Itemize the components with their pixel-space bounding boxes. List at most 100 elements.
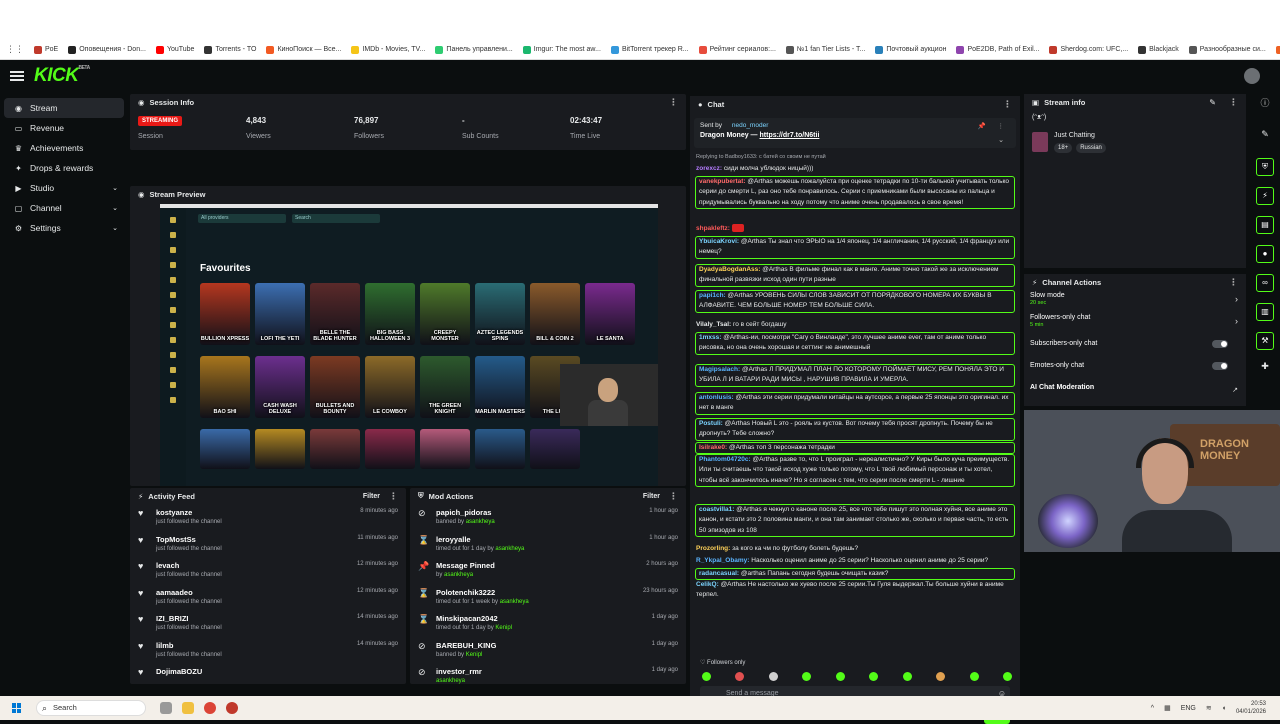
edit-icon[interactable]: ✎ — [1209, 98, 1216, 107]
emote-icon[interactable] — [969, 672, 979, 681]
more-options-icon[interactable]: ⋮ — [669, 491, 678, 502]
chat-username[interactable]: 1mxss: — [699, 334, 721, 341]
emote-icon[interactable] — [768, 672, 778, 681]
bolt-icon[interactable]: ⚡ — [1256, 187, 1274, 205]
task-view-icon[interactable] — [160, 702, 172, 714]
game-tile[interactable]: LE COWBOY — [365, 356, 415, 418]
chat-username[interactable]: coastvilla1: — [699, 506, 734, 513]
feed-username[interactable]: kostyanze — [156, 508, 222, 517]
game-tile[interactable]: CASH WASH DELUXE — [255, 356, 305, 418]
chat-username[interactable]: Isilrake0: — [699, 444, 727, 451]
category-label[interactable]: Just Chatting — [1054, 132, 1095, 139]
feed-username[interactable]: DojimaBOZU — [156, 667, 202, 676]
chevron-down-icon[interactable]: ⌄ — [998, 136, 1004, 144]
filter-button[interactable]: Filter — [363, 493, 380, 500]
chat-username[interactable]: YbuicaKrovi: — [699, 238, 739, 245]
chat-bubble-icon[interactable]: ● — [1256, 245, 1274, 263]
emote-icon[interactable] — [869, 672, 879, 681]
stream-preview-video[interactable]: All providers Search Favourites BULLION … — [160, 204, 658, 486]
chat-username[interactable]: shpakleftz: — [696, 225, 730, 232]
chat-username[interactable]: DyadyaBogdanAss: — [699, 266, 760, 273]
bookmark-item[interactable]: YouTube — [155, 45, 194, 54]
chat-message[interactable]: Isilrake0: @Arthas топ 3 персонажа тетра… — [695, 442, 1015, 455]
language-indicator[interactable]: ENG — [1181, 705, 1196, 712]
game-tile[interactable]: BAO SHI — [200, 356, 250, 418]
chat-message[interactable]: YbuicaKrovi: @Arthas Ты знал что ЭРЫО на… — [695, 236, 1015, 259]
game-tile[interactable] — [365, 429, 415, 469]
sidebar-item-channel[interactable]: ▢ Channel ⌄ — [4, 198, 124, 218]
more-options-icon[interactable]: ⋮ — [1229, 97, 1238, 108]
taskbar-search-input[interactable]: Search — [36, 700, 146, 716]
emote-icon[interactable] — [902, 672, 912, 681]
game-tile[interactable] — [475, 429, 525, 469]
feed-username[interactable]: TopMostSs — [156, 535, 222, 544]
mod-target[interactable]: Polotenchik3222 — [436, 588, 529, 597]
shield-icon[interactable]: ⛨ — [1256, 158, 1274, 176]
more-options-icon[interactable]: ⋮ — [1229, 277, 1238, 288]
game-tile[interactable] — [200, 429, 250, 469]
clip-icon[interactable]: ▤ — [1256, 216, 1274, 234]
bookmark-item[interactable]: PoE — [34, 45, 58, 54]
emote-icon[interactable] — [1002, 672, 1012, 681]
mod-target[interactable]: BAREBUH_KING — [436, 641, 496, 650]
more-options-icon[interactable]: ⋮ — [998, 122, 1005, 130]
bookmark-item[interactable]: Blackjack — [1138, 45, 1179, 54]
windows-start-icon[interactable] — [12, 703, 22, 713]
game-tile[interactable]: BILL & COIN 2 — [530, 283, 580, 345]
chat-message[interactable]: zorexcz: сиди молча ублюдок ницый))) — [696, 164, 1014, 174]
channel-action-emotes-only-chat[interactable]: Emotes-only chat — [1030, 362, 1240, 370]
chat-message[interactable]: 1mxss: @Arthas-ии, посмотри "Сагу о Винл… — [695, 332, 1015, 355]
toggle-switch[interactable] — [1212, 340, 1228, 348]
chat-username[interactable]: Postuli: — [699, 420, 723, 427]
feed-username[interactable]: IZI_BRIZI — [156, 614, 222, 623]
game-tile[interactable]: THE GREEN KNIGHT — [420, 356, 470, 418]
mod-target[interactable]: investor_rmr — [436, 667, 482, 676]
feed-username[interactable]: levach — [156, 561, 222, 570]
sidebar-item-settings[interactable]: ⚙ Settings ⌄ — [4, 218, 124, 238]
bookmark-item[interactable]: PoE2DB, Path of Exil... — [956, 45, 1039, 54]
info-icon[interactable]: ⓘ — [1250, 96, 1280, 109]
sidebar-item-achievements[interactable]: ♛ Achievements — [4, 138, 124, 158]
feed-username[interactable]: aamaadeo — [156, 588, 222, 597]
chrome-icon[interactable] — [204, 702, 216, 714]
chat-message[interactable]: CelikQ: @Arthas Не настолько же хуево по… — [696, 580, 1014, 601]
mod-by[interactable]: asankheya — [500, 599, 529, 605]
mod-target[interactable]: Minskipacan2042 — [436, 614, 512, 623]
chat-username[interactable]: Phantom04720c: — [699, 456, 751, 463]
chat-username[interactable]: R_Ykpal_Obamy: — [696, 557, 749, 564]
mod-by[interactable]: asankheya — [466, 519, 495, 525]
more-options-icon[interactable]: ⋮ — [669, 97, 678, 108]
tag-badge[interactable]: Russian — [1076, 143, 1106, 153]
channel-action-subscribers-only-chat[interactable]: Subscribers-only chat — [1030, 340, 1240, 348]
mod-by[interactable]: Kenipl — [466, 652, 483, 658]
kick-logo[interactable]: KICKBETA — [34, 65, 90, 87]
bookmark-item[interactable]: Панель управлени... — [435, 45, 513, 54]
game-tile[interactable]: BULLION XPRESS — [200, 283, 250, 345]
gavel-icon[interactable]: ⚒ — [1256, 332, 1274, 350]
pinned-link[interactable]: https://dr7.to/N6tii — [760, 132, 820, 139]
game-tile[interactable] — [530, 429, 580, 469]
chat-message[interactable]: Magipsalach: @Arthas Л ПРИДУМАЛ ПЛАН ПО … — [695, 364, 1015, 387]
chat-username[interactable]: CelikQ: — [696, 581, 719, 588]
game-tile[interactable]: LE SANTA — [585, 283, 635, 345]
more-options-icon[interactable]: ⋮ — [389, 491, 398, 502]
bookmark-item[interactable]: №1 fan Tier Lists - T... — [785, 45, 865, 54]
chat-message[interactable]: Postuli: @Arthas Новый L это - рояль из … — [695, 418, 1015, 441]
edit-icon[interactable]: ✎ — [1250, 129, 1280, 140]
pinned-message[interactable]: Sent by nedo_moder 📌 ⋮ Dragon Money — ht… — [694, 118, 1016, 148]
file-explorer-icon[interactable] — [182, 702, 194, 714]
clock[interactable]: 20:53 04/01/2026 — [1236, 700, 1266, 716]
chat-message[interactable]: shpakleftz: — [696, 224, 1014, 234]
channel-action-slow-mode[interactable]: Slow mode 20 sec › — [1030, 292, 1240, 306]
chat-message[interactable]: Prozorling: за кого ка чм по футболу бол… — [696, 544, 1014, 554]
chat-message[interactable]: vanekpubertat: @Arthas можешь пожалуйста… — [695, 176, 1015, 210]
avatar[interactable] — [1244, 68, 1260, 84]
pin-icon[interactable]: 📌 — [978, 122, 986, 130]
emote-icon[interactable] — [936, 672, 946, 681]
category-thumbnail[interactable] — [1032, 132, 1048, 152]
bookmark-item[interactable]: BitTorrent трекер R... — [610, 45, 689, 54]
channel-action-ai-chat-moderation[interactable]: AI Chat Moderation ↗ — [1030, 384, 1240, 394]
sidebar-item-stream[interactable]: ◉ Stream — [4, 98, 124, 118]
bookmark-item[interactable]: КиноПоиск — Все... — [266, 45, 341, 54]
poll-icon[interactable]: ▥ — [1256, 303, 1274, 321]
